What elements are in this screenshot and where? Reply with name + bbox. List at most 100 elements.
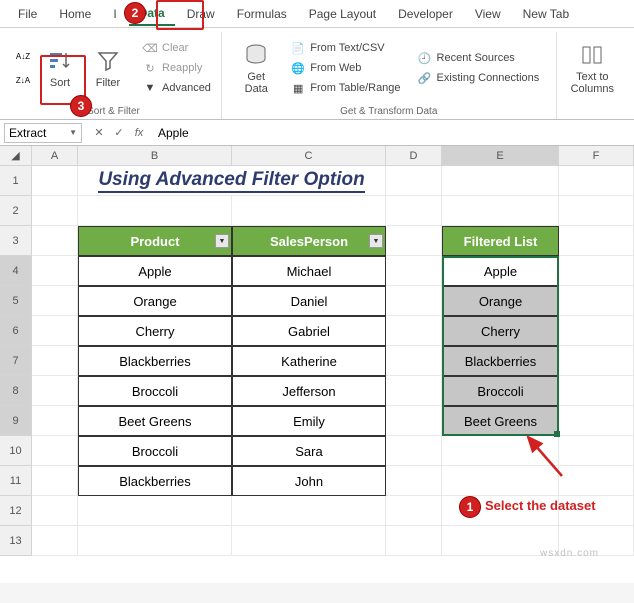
row-header-6[interactable]: 6 — [0, 316, 32, 346]
cell-product-11[interactable]: Blackberries — [78, 466, 232, 496]
row-header-2[interactable]: 2 — [0, 196, 32, 226]
header-product[interactable]: Product▼ — [78, 226, 232, 256]
recent-sources-button[interactable]: 🕘Recent Sources — [413, 49, 544, 67]
filter-dropdown-sales[interactable]: ▼ — [369, 234, 383, 248]
cell-D11[interactable] — [386, 466, 442, 496]
col-header-E[interactable]: E — [442, 146, 559, 166]
cell-product-5[interactable]: Orange — [78, 286, 232, 316]
cell-r2c0[interactable] — [32, 196, 78, 226]
cell-r12c1[interactable] — [78, 496, 232, 526]
cell-filtered-5[interactable]: Orange — [442, 286, 559, 316]
cell-filtered-4[interactable]: Apple — [442, 256, 559, 286]
cell-product-10[interactable]: Broccoli — [78, 436, 232, 466]
cell-r12c2[interactable] — [232, 496, 386, 526]
clear-button[interactable]: ⌫Clear — [138, 39, 215, 57]
text-to-columns-button[interactable]: Text to Columns — [563, 37, 622, 99]
tab-page-layout[interactable]: Page Layout — [299, 3, 386, 25]
advanced-button[interactable]: ▼Advanced — [138, 79, 215, 97]
cell-r13c1[interactable] — [78, 526, 232, 556]
cell-r2c2[interactable] — [232, 196, 386, 226]
cell-F9[interactable] — [559, 406, 634, 436]
cell-r2c3[interactable] — [386, 196, 442, 226]
tab-view[interactable]: View — [465, 3, 511, 25]
row-header-9[interactable]: 9 — [0, 406, 32, 436]
name-box[interactable]: Extract ▼ — [4, 123, 82, 143]
tab-developer[interactable]: Developer — [388, 3, 463, 25]
tab-draw[interactable]: Draw — [177, 3, 225, 25]
cell-F8[interactable] — [559, 376, 634, 406]
col-header-C[interactable]: C — [232, 146, 386, 166]
cell-E1[interactable] — [442, 166, 559, 196]
row-header-1[interactable]: 1 — [0, 166, 32, 196]
cell-F5[interactable] — [559, 286, 634, 316]
cell-sales-7[interactable]: Katherine — [232, 346, 386, 376]
row-header-4[interactable]: 4 — [0, 256, 32, 286]
cell-F7[interactable] — [559, 346, 634, 376]
cell-A7[interactable] — [32, 346, 78, 376]
formula-input[interactable] — [152, 123, 634, 143]
cell-D10[interactable] — [386, 436, 442, 466]
sort-asc-button[interactable]: A↓Z — [12, 45, 34, 67]
header-salesperson[interactable]: SalesPerson▼ — [232, 226, 386, 256]
cell-r2c5[interactable] — [559, 196, 634, 226]
cell-product-4[interactable]: Apple — [78, 256, 232, 286]
from-web-button[interactable]: 🌐From Web — [286, 59, 404, 77]
cell-r2c4[interactable] — [442, 196, 559, 226]
cell-D7[interactable] — [386, 346, 442, 376]
row-header-13[interactable]: 13 — [0, 526, 32, 556]
cell-F10[interactable] — [559, 436, 634, 466]
cell-r13c2[interactable] — [232, 526, 386, 556]
cell-sales-10[interactable]: Sara — [232, 436, 386, 466]
cell-F3[interactable] — [559, 226, 634, 256]
row-header-5[interactable]: 5 — [0, 286, 32, 316]
cell-A1[interactable] — [32, 166, 78, 196]
cell-r13c0[interactable] — [32, 526, 78, 556]
cell-E11[interactable] — [442, 466, 559, 496]
cancel-formula-button[interactable]: ✕ — [90, 124, 108, 142]
cell-A8[interactable] — [32, 376, 78, 406]
cell-A9[interactable] — [32, 406, 78, 436]
cell-D6[interactable] — [386, 316, 442, 346]
col-header-F[interactable]: F — [559, 146, 634, 166]
tab-home[interactable]: Home — [49, 3, 101, 25]
fx-button[interactable]: fx — [130, 124, 148, 142]
cell-A5[interactable] — [32, 286, 78, 316]
cell-D8[interactable] — [386, 376, 442, 406]
from-text-csv-button[interactable]: 📄From Text/CSV — [286, 39, 404, 57]
title-cell[interactable]: Using Advanced Filter Option — [78, 166, 386, 196]
cell-A10[interactable] — [32, 436, 78, 466]
col-header-B[interactable]: B — [78, 146, 232, 166]
col-header-D[interactable]: D — [386, 146, 442, 166]
cell-sales-6[interactable]: Gabriel — [232, 316, 386, 346]
get-data-button[interactable]: Get Data — [234, 37, 278, 99]
existing-connections-button[interactable]: 🔗Existing Connections — [413, 69, 544, 87]
filter-dropdown-product[interactable]: ▼ — [215, 234, 229, 248]
col-header-A[interactable]: A — [32, 146, 78, 166]
cell-product-8[interactable]: Broccoli — [78, 376, 232, 406]
cell-filtered-9[interactable]: Beet Greens — [442, 406, 559, 436]
cell-product-9[interactable]: Beet Greens — [78, 406, 232, 436]
cell-r2c1[interactable] — [78, 196, 232, 226]
reapply-button[interactable]: ↻Reapply — [138, 59, 215, 77]
cell-F1[interactable] — [559, 166, 634, 196]
cell-r12c0[interactable] — [32, 496, 78, 526]
cell-F6[interactable] — [559, 316, 634, 346]
filter-button[interactable]: Filter — [86, 43, 130, 93]
sort-desc-button[interactable]: Z↓A — [12, 69, 34, 91]
tab-new[interactable]: New Tab — [513, 3, 579, 25]
cell-product-7[interactable]: Blackberries — [78, 346, 232, 376]
cell-sales-8[interactable]: Jefferson — [232, 376, 386, 406]
cell-filtered-6[interactable]: Cherry — [442, 316, 559, 346]
cell-sales-9[interactable]: Emily — [232, 406, 386, 436]
cell-filtered-7[interactable]: Blackberries — [442, 346, 559, 376]
cell-A6[interactable] — [32, 316, 78, 346]
cell-A11[interactable] — [32, 466, 78, 496]
tab-formulas[interactable]: Formulas — [227, 3, 297, 25]
cell-D1[interactable] — [386, 166, 442, 196]
row-header-8[interactable]: 8 — [0, 376, 32, 406]
cell-E10[interactable] — [442, 436, 559, 466]
sort-button[interactable]: Sort — [38, 43, 82, 93]
cell-product-6[interactable]: Cherry — [78, 316, 232, 346]
cell-F11[interactable] — [559, 466, 634, 496]
cell-sales-11[interactable]: John — [232, 466, 386, 496]
